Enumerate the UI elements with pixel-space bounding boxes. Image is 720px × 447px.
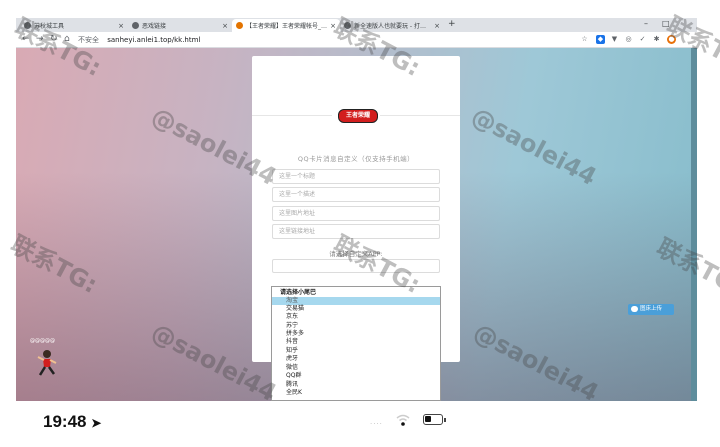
status-time: 19:48 ➤ bbox=[43, 412, 101, 432]
dropdown-option[interactable]: 淘宝 bbox=[272, 297, 440, 305]
link-url-input[interactable] bbox=[272, 224, 440, 239]
dropdown-option[interactable]: 抖音 bbox=[272, 338, 440, 346]
dropdown-option[interactable]: 交易猫 bbox=[272, 305, 440, 313]
star-icon[interactable]: ☆ bbox=[580, 35, 589, 44]
security-status[interactable]: 不安全 bbox=[78, 36, 99, 44]
minimize-button[interactable]: – bbox=[644, 19, 648, 28]
signal-dots: ···· bbox=[370, 420, 383, 428]
logo-row: 王者荣耀 bbox=[252, 109, 460, 123]
back-arrow-icon[interactable]: ← bbox=[22, 34, 30, 44]
puzzle-icon[interactable]: ✱ bbox=[652, 35, 661, 44]
browser-toolbar: ← → ↻ ⌂ 不安全 sanheyi.anlei1.top/kk.html ☆… bbox=[16, 32, 697, 48]
address-bar[interactable]: 不安全 sanheyi.anlei1.top/kk.html bbox=[78, 35, 200, 45]
dropdown-option[interactable]: 腾讯 bbox=[272, 381, 440, 389]
dropdown-option[interactable]: 全民K bbox=[272, 389, 440, 397]
battery-cap bbox=[444, 418, 446, 422]
logo: 王者荣耀 bbox=[338, 109, 378, 123]
upload-label: 图床上传 bbox=[640, 306, 663, 312]
globe-icon bbox=[344, 22, 351, 29]
new-tab-button[interactable]: + bbox=[448, 19, 456, 29]
battery-level bbox=[425, 416, 431, 422]
page-subtitle: QQ卡片消息自定义（仅支持手机端） bbox=[297, 155, 415, 163]
mascot-caption: @@@@@ bbox=[30, 338, 55, 344]
image-upload-button[interactable]: 图床上传 bbox=[628, 304, 674, 315]
close-icon[interactable]: × bbox=[222, 22, 228, 30]
extension-icon[interactable]: ◆ bbox=[596, 35, 605, 44]
dropdown-option[interactable]: 拼多多 bbox=[272, 330, 440, 338]
description-input[interactable] bbox=[272, 187, 440, 202]
tab-1[interactable]: 苏秋城工具 × bbox=[20, 19, 128, 32]
wifi-icon bbox=[396, 414, 410, 426]
globe-icon bbox=[132, 22, 139, 29]
tab-4[interactable]: 新全速版人也就要玩 - 打造圈内 × bbox=[340, 19, 444, 32]
dropdown-option[interactable]: 虎牙 bbox=[272, 355, 440, 363]
filter-icon[interactable]: ▼ bbox=[610, 35, 619, 44]
battery-icon bbox=[423, 414, 446, 425]
location-arrow-icon: ➤ bbox=[91, 416, 102, 430]
reload-icon[interactable]: ↻ bbox=[50, 34, 58, 44]
url-text: sanheyi.anlei1.top/kk.html bbox=[107, 36, 201, 44]
browser-window: 苏秋城工具 × 恶戏链接 × 【王者荣耀】王者荣耀帐号_0[Q × 新全速版人也… bbox=[16, 18, 697, 401]
close-icon[interactable]: × bbox=[330, 22, 336, 30]
tab-3[interactable]: 【王者荣耀】王者荣耀帐号_0[Q × bbox=[232, 19, 340, 32]
cloud-icon bbox=[631, 306, 638, 312]
home-icon[interactable]: ⌂ bbox=[64, 34, 70, 44]
divider bbox=[380, 115, 460, 116]
page-viewport: 王者荣耀 QQ卡片消息自定义（仅支持手机端） 请选择自定义APP: 请选择小尾巴… bbox=[16, 48, 697, 401]
app-dropdown-list[interactable]: 请选择小尾巴 淘宝 交易猫 京东 苏宁 拼多多 抖音 知乎 虎牙 微信 QQ群 … bbox=[271, 286, 441, 401]
check-icon[interactable]: ✓ bbox=[638, 35, 647, 44]
tab-label: 新全速版人也就要玩 - 打造圈内 bbox=[354, 23, 432, 30]
dropdown-option[interactable]: 京东 bbox=[272, 313, 440, 321]
dropdown-header: 请选择小尾巴 bbox=[280, 289, 317, 296]
shield-icon[interactable]: ◎ bbox=[624, 35, 633, 44]
close-icon[interactable]: × bbox=[434, 22, 440, 30]
title-input[interactable] bbox=[272, 169, 440, 184]
tab-label: 恶戏链接 bbox=[142, 23, 167, 30]
time-text: 19:48 bbox=[43, 412, 87, 431]
app-select[interactable] bbox=[272, 259, 440, 273]
running-mascot-icon[interactable] bbox=[36, 348, 58, 378]
dropdown-option[interactable]: 知乎 bbox=[272, 347, 440, 355]
dropdown-option[interactable]: 苏宁 bbox=[272, 322, 440, 330]
tab-label: 苏秋城工具 bbox=[34, 23, 65, 30]
globe-icon bbox=[24, 22, 31, 29]
dropdown-option[interactable]: 微信 bbox=[272, 364, 440, 372]
app-select-label: 请选择自定义APP: bbox=[329, 250, 383, 258]
tab-2[interactable]: 恶戏链接 × bbox=[128, 19, 232, 32]
forward-arrow-icon[interactable]: → bbox=[36, 34, 44, 44]
site-favicon-icon bbox=[236, 22, 243, 29]
dropdown-option[interactable]: QQ群 bbox=[272, 372, 440, 380]
tab-label: 【王者荣耀】王者荣耀帐号_0[Q bbox=[246, 23, 328, 30]
divider bbox=[252, 115, 332, 116]
page-scrollbar[interactable] bbox=[691, 48, 697, 401]
image-url-input[interactable] bbox=[272, 206, 440, 221]
close-icon[interactable]: × bbox=[118, 22, 124, 30]
tab-bar: 苏秋城工具 × 恶戏链接 × 【王者荣耀】王者荣耀帐号_0[Q × 新全速版人也… bbox=[16, 18, 697, 32]
avatar[interactable]: ● bbox=[667, 35, 676, 44]
maximize-button[interactable]: □ bbox=[662, 19, 670, 28]
